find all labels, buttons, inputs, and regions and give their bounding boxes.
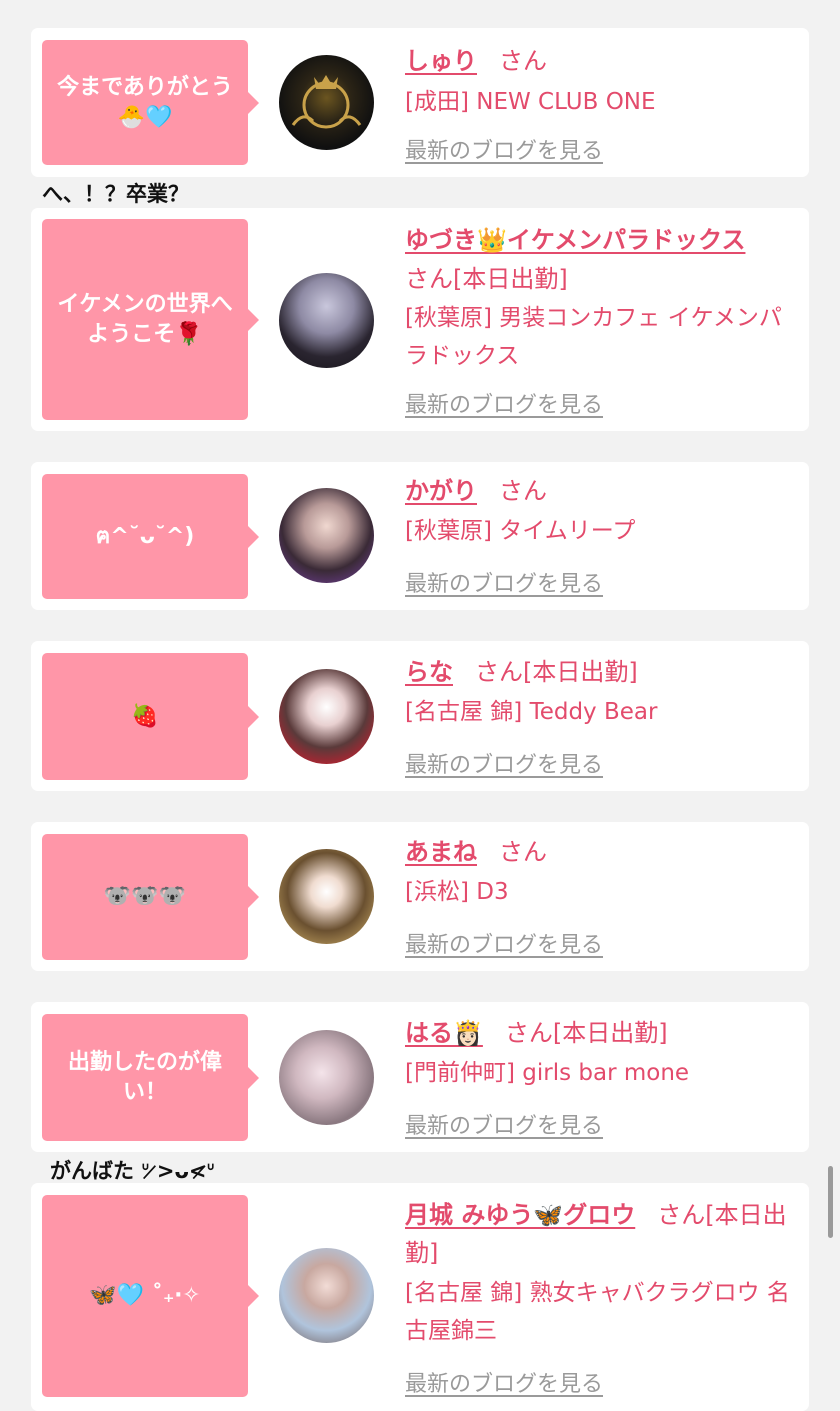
cast-name-link[interactable]: はる👸🏻 xyxy=(405,1019,483,1047)
club-logo-icon xyxy=(291,75,362,129)
shop-info: [門前仲町] girls bar mone xyxy=(405,1060,690,1086)
cast-name-link[interactable]: らな xyxy=(405,658,453,686)
blog-card: 🐨🐨🐨 あまね さん [浜松] D3 最新のブログを見る xyxy=(31,822,809,971)
avatar[interactable] xyxy=(279,55,374,150)
cast-name-link[interactable]: かがり xyxy=(405,477,477,505)
cast-name-link[interactable]: あまね xyxy=(405,838,477,866)
message-bubble: 今までありがとう🐣🩵 xyxy=(42,40,259,165)
blog-link[interactable]: 最新のブログを見る xyxy=(405,1108,603,1140)
san-label: さん[本日出勤] xyxy=(504,1019,668,1047)
shop-info: [秋葉原] 男装コンカフェ イケメンパラドックス xyxy=(405,305,782,369)
message-bubble: 🍓 xyxy=(42,653,259,780)
avatar[interactable] xyxy=(279,488,374,583)
blog-link[interactable]: 最新のブログを見る xyxy=(405,1366,603,1398)
message-bubble: ฅ^˘ᴗ˘^) xyxy=(42,474,259,599)
blog-card: ฅ^˘ᴗ˘^) かがり さん [秋葉原] タイムリープ 最新のブログを見る xyxy=(31,462,809,610)
shop-info: [成田] NEW CLUB ONE xyxy=(405,89,656,115)
cast-name-link[interactable]: しゅり xyxy=(405,47,477,75)
blog-link[interactable]: 最新のブログを見る xyxy=(405,566,603,598)
message-bubble: 出勤したのが偉い！ xyxy=(42,1014,259,1141)
san-label: さん xyxy=(499,838,547,866)
shop-info: [名古屋 錦] 熟女キャバクラグロウ 名古屋錦三 xyxy=(405,1280,790,1344)
blog-card: 🦋🩵 ˚₊‧✧ 月城 みゆう🦋グロウ さん[本日出勤] [名古屋 錦] 熟女キャバ… xyxy=(31,1183,809,1411)
avatar[interactable] xyxy=(279,1030,374,1125)
san-label: さん[本日出勤] xyxy=(475,658,638,686)
scrollbar[interactable] xyxy=(828,1166,833,1238)
blog-link[interactable]: 最新のブログを見る xyxy=(405,927,603,959)
message-bubble: イケメンの世界へようこそ🌹 xyxy=(42,219,259,420)
san-label: さん xyxy=(499,47,547,75)
message-bubble: 🦋🩵 ˚₊‧✧ xyxy=(42,1195,259,1397)
san-label: さん[本日出勤] xyxy=(405,265,568,293)
blog-card: 🍓 らな さん[本日出勤] [名古屋 錦] Teddy Bear 最新のブログを見… xyxy=(31,641,809,791)
comment-text: へ、！？卒業？ xyxy=(42,182,189,206)
shop-info: [浜松] D3 xyxy=(405,879,509,905)
shop-info: [名古屋 錦] Teddy Bear xyxy=(405,699,658,725)
avatar[interactable] xyxy=(279,1248,374,1343)
blog-link[interactable]: 最新のブログを見る xyxy=(405,387,603,419)
avatar[interactable] xyxy=(279,273,374,368)
san-label: さん xyxy=(499,477,547,505)
blog-card: イケメンの世界へようこそ🌹 ゆづき👑イケメンパラドックス さん[本日出勤] [秋… xyxy=(31,208,809,431)
cast-name-link[interactable]: ゆづき👑イケメンパラドックス xyxy=(405,226,745,254)
blog-card: 出勤したのが偉い！ はる👸🏻 さん[本日出勤] [門前仲町] girls bar … xyxy=(31,1002,809,1152)
blog-link[interactable]: 最新のブログを見る xyxy=(405,133,603,165)
message-bubble: 🐨🐨🐨 xyxy=(42,834,259,960)
cast-name-link[interactable]: 月城 みゆう🦋グロウ xyxy=(405,1201,635,1229)
avatar[interactable] xyxy=(279,669,374,764)
shop-info: [秋葉原] タイムリープ xyxy=(405,518,636,544)
blog-card: 今までありがとう🐣🩵 しゅり さん [成田] NEW CLUB ONE 最新のブロ… xyxy=(31,28,809,177)
blog-link[interactable]: 最新のブログを見る xyxy=(405,747,603,779)
avatar[interactable] xyxy=(279,849,374,944)
comment-text: がんばた ᐡ ̷̷>ᴗ<̷̷ᐡ xyxy=(50,1159,215,1183)
